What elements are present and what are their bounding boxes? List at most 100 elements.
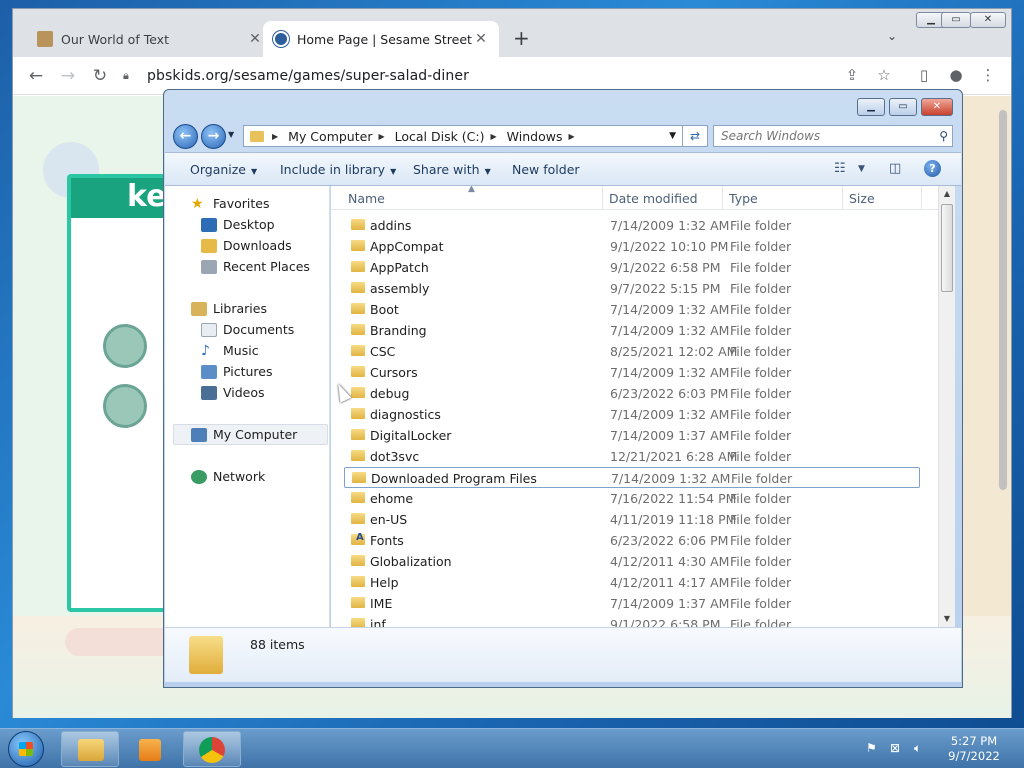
column-divider[interactable]: [722, 186, 723, 210]
scroll-up-arrow-icon[interactable]: ▲: [939, 186, 955, 202]
tab-search-chevron-icon[interactable]: ⌄: [887, 29, 897, 43]
file-row[interactable]: assembly 9/7/2022 5:15 PM File folder: [344, 278, 920, 299]
file-row[interactable]: Branding 7/14/2009 1:32 AM File folder: [344, 320, 920, 341]
search-icon[interactable]: ⚲: [939, 129, 948, 143]
folder-icon: [352, 472, 366, 483]
explorer-close-button[interactable]: ✕: [921, 98, 953, 116]
explorer-minimize-button[interactable]: ▁: [857, 98, 885, 116]
column-header-type[interactable]: Type: [729, 191, 758, 206]
column-header-name[interactable]: Name: [348, 191, 385, 206]
volume-icon[interactable]: 🔈︎: [914, 741, 921, 756]
nav-favorites[interactable]: ★ Favorites: [191, 196, 269, 211]
file-row[interactable]: IME 7/14/2009 1:37 AM File folder: [344, 593, 920, 614]
breadcrumb-separator-icon[interactable]: ▶: [568, 132, 574, 141]
network-icon[interactable]: ⊠: [890, 741, 900, 755]
nav-my-computer[interactable]: My Computer: [173, 424, 328, 445]
search-input[interactable]: [721, 129, 921, 143]
new-folder-button[interactable]: New folder: [512, 162, 580, 177]
nav-network[interactable]: Network: [191, 469, 265, 484]
file-row[interactable]: Boot 7/14/2009 1:32 AM File folder: [344, 299, 920, 320]
column-header-date-modified[interactable]: Date modified: [609, 191, 698, 206]
tab-our-world-of-text[interactable]: Our World of Text ✕: [27, 21, 273, 57]
character-avatar[interactable]: [103, 384, 147, 428]
view-options-chevron-icon[interactable]: ▼: [858, 164, 865, 174]
clock[interactable]: 5:27 PM 9/7/2022: [940, 734, 1008, 764]
nav-music[interactable]: ♪ Music: [201, 343, 259, 358]
column-header-size[interactable]: Size: [849, 191, 875, 206]
taskbar-chrome-button[interactable]: [183, 731, 241, 767]
page-scrollbar[interactable]: [999, 110, 1007, 490]
side-panel-icon[interactable]: ▯: [914, 66, 934, 84]
file-row[interactable]: Globalization 4/12/2011 4:30 AM File folde…: [344, 551, 920, 572]
vertical-scrollbar[interactable]: ▲ ▼: [938, 186, 955, 627]
nav-downloads[interactable]: Downloads: [201, 238, 292, 253]
forward-arrow-icon[interactable]: →: [201, 124, 226, 149]
profile-avatar-icon[interactable]: ●: [946, 66, 966, 84]
forward-arrow-icon[interactable]: →: [57, 65, 79, 87]
maximize-button[interactable]: ▭: [941, 12, 971, 28]
column-divider[interactable]: [921, 186, 922, 210]
file-row[interactable]: AppCompat 9/1/2022 10:10 PM File folder: [344, 236, 920, 257]
breadcrumb-local-disk[interactable]: Local Disk (C:): [395, 129, 485, 144]
file-row[interactable]: Help 4/12/2011 4:17 AM File folder: [344, 572, 920, 593]
breadcrumb-separator-icon[interactable]: ▶: [272, 132, 278, 141]
tab-pbs-sesame[interactable]: Home Page | Sesame Street | PBS ✕: [263, 21, 499, 57]
share-icon[interactable]: ⇪: [842, 66, 862, 84]
menu-kebab-icon[interactable]: ⋮: [978, 66, 998, 84]
start-button[interactable]: [8, 731, 44, 767]
breadcrumb-windows[interactable]: Windows: [507, 129, 563, 144]
nav-videos[interactable]: Videos: [201, 385, 265, 400]
file-row[interactable]: ehome 7/16/2022 11:54 PM File folder: [344, 488, 920, 509]
share-with-button[interactable]: Share with ▼: [413, 162, 491, 177]
column-divider[interactable]: [602, 186, 603, 210]
recent-pages-chevron-icon[interactable]: ▼: [228, 130, 234, 139]
file-row[interactable]: debug 6/23/2022 6:03 PM File folder: [344, 383, 920, 404]
file-row[interactable]: Downloaded Program Files 7/14/2009 1:32 A…: [344, 467, 920, 488]
column-divider[interactable]: [842, 186, 843, 210]
explorer-maximize-button[interactable]: ▭: [889, 98, 917, 116]
action-center-icon[interactable]: ⚑: [866, 741, 877, 755]
tab-close-icon[interactable]: ✕: [473, 31, 489, 47]
nav-recent-places[interactable]: Recent Places: [201, 259, 310, 274]
file-row[interactable]: Fonts 6/23/2022 6:06 PMFile folder: [344, 530, 920, 551]
back-arrow-icon[interactable]: ←: [25, 65, 47, 87]
character-avatar[interactable]: [103, 324, 147, 368]
scroll-down-arrow-icon[interactable]: ▼: [939, 611, 955, 627]
refresh-icon[interactable]: ⇄: [683, 125, 708, 147]
include-in-library-button[interactable]: Include in library ▼: [280, 162, 396, 177]
file-row[interactable]: DigitalLocker 7/14/2009 1:37 AM File folde…: [344, 425, 920, 446]
file-row[interactable]: en-US 4/11/2019 11:18 PM File folder: [344, 509, 920, 530]
breadcrumb-separator-icon[interactable]: ▶: [491, 132, 497, 141]
explorer-address-bar[interactable]: ▶ My Computer ▶ Local Disk (C:) ▶ Window…: [243, 125, 683, 147]
new-tab-plus-icon[interactable]: +: [513, 26, 530, 50]
organize-button[interactable]: Organize ▼: [190, 162, 257, 177]
back-arrow-icon[interactable]: ←: [173, 124, 198, 149]
address-bar[interactable]: 🔒︎ pbskids.org/sesame/games/super-salad-…: [123, 61, 903, 91]
breadcrumb-my-computer[interactable]: My Computer: [288, 129, 372, 144]
explorer-folder-icon: [78, 739, 104, 761]
tab-close-icon[interactable]: ✕: [247, 31, 263, 47]
folder-icon: [351, 387, 365, 398]
file-row[interactable]: Cursors 7/14/2009 1:32 AM File folder: [344, 362, 920, 383]
file-row[interactable]: addins 7/14/2009 1:32 AM File folder: [344, 215, 920, 236]
file-row[interactable]: inf 9/1/2022 6:58 PM File folder: [344, 614, 920, 627]
nav-libraries[interactable]: Libraries: [191, 301, 267, 316]
address-dropdown-chevron-icon[interactable]: ▼: [669, 131, 676, 141]
bookmark-star-icon[interactable]: ☆: [874, 66, 894, 84]
nav-desktop[interactable]: Desktop: [201, 217, 275, 232]
file-row[interactable]: AppPatch 9/1/2022 6:58 PM File folder: [344, 257, 920, 278]
nav-documents[interactable]: Documents: [201, 322, 294, 337]
file-row[interactable]: dot3svc 12/21/2021 6:28 AM File folder: [344, 446, 920, 467]
taskbar-media-player-button[interactable]: [122, 731, 180, 767]
close-button[interactable]: ✕: [970, 12, 1006, 28]
file-row[interactable]: CSC 8/25/2021 12:02 AM File folder: [344, 341, 920, 362]
help-icon[interactable]: ?: [924, 160, 941, 177]
taskbar-explorer-button[interactable]: [61, 731, 119, 767]
scrollbar-thumb[interactable]: [941, 204, 953, 292]
reload-icon[interactable]: ↻: [89, 65, 111, 87]
breadcrumb-separator-icon[interactable]: ▶: [378, 132, 384, 141]
change-view-icon[interactable]: ☷: [834, 161, 846, 176]
preview-pane-icon[interactable]: ◫: [889, 161, 901, 176]
nav-pictures[interactable]: Pictures: [201, 364, 273, 379]
file-row[interactable]: diagnostics 7/14/2009 1:32 AM File folder: [344, 404, 920, 425]
